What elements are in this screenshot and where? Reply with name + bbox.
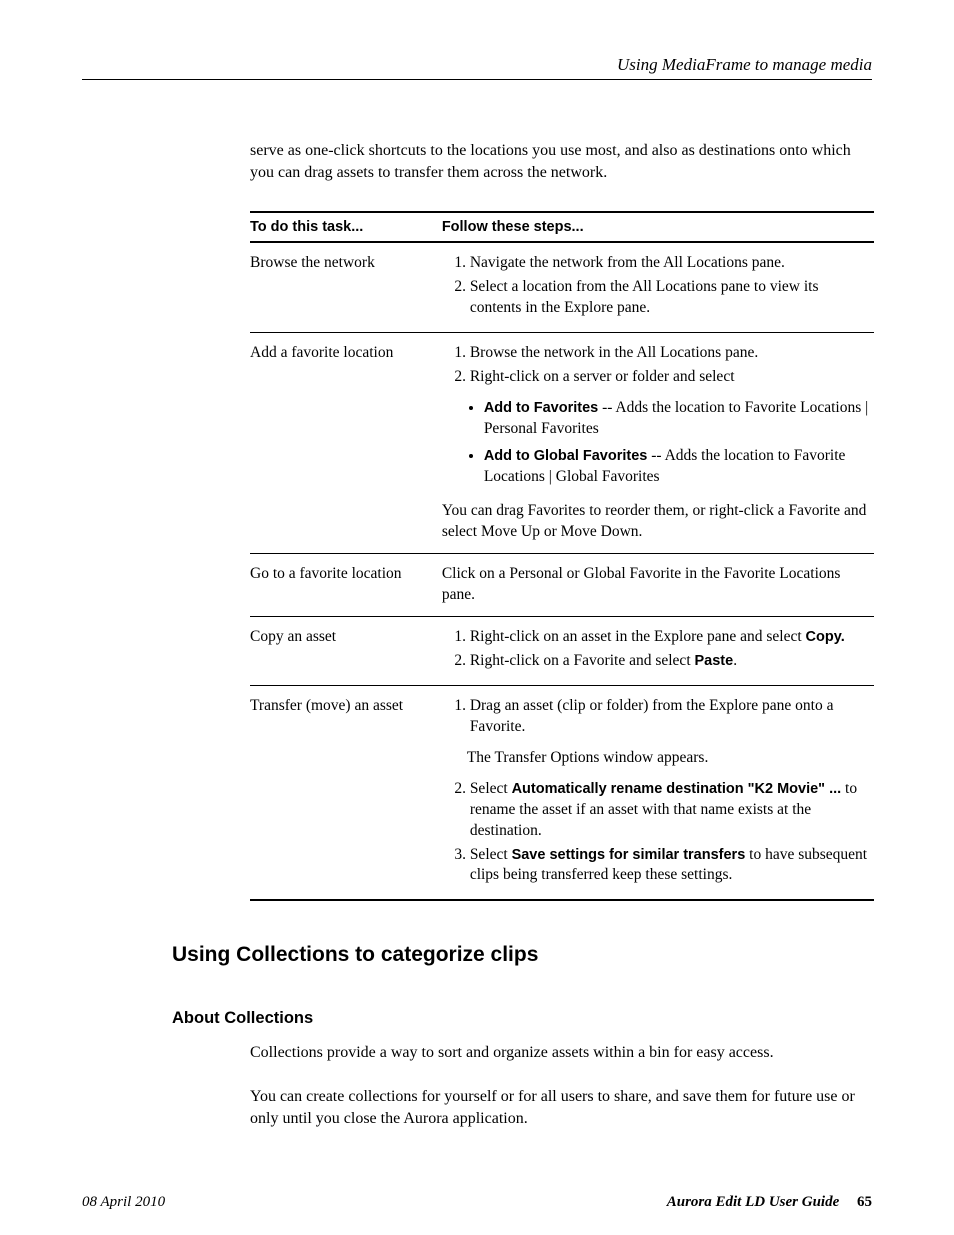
text: Select [470, 780, 512, 797]
bold-text: Copy. [806, 629, 845, 645]
text: Right-click on a Favorite and select [470, 652, 695, 669]
steps-cell: Right-click on an asset in the Explore p… [442, 617, 874, 686]
text: Select [470, 846, 512, 863]
task-table: To do this task... Follow these steps...… [250, 211, 874, 901]
body-paragraph: You can create collections for yourself … [250, 1086, 872, 1129]
subsection-heading: About Collections [172, 1009, 872, 1028]
footer-right: Aurora Edit LD User Guide 65 [667, 1194, 872, 1211]
table-row: Add a favorite location Browse the netwo… [250, 332, 874, 553]
step: Right-click on a Favorite and select Pas… [470, 651, 870, 672]
task-cell: Go to a favorite location [250, 554, 442, 617]
bullet: Add to Favorites -- Adds the location to… [484, 398, 870, 440]
paragraph: The Transfer Options window appears. [467, 748, 870, 769]
paragraph: You can drag Favorites to reorder them, … [442, 501, 870, 543]
header-rule [82, 79, 872, 80]
footer-date: 08 April 2010 [82, 1194, 165, 1211]
steps-cell: Browse the network in the All Locations … [442, 332, 874, 553]
col-header-task: To do this task... [250, 212, 442, 242]
running-header: Using MediaFrame to manage media [82, 55, 872, 75]
table-row: Transfer (move) an asset Drag an asset (… [250, 686, 874, 901]
bold-text: Add to Global Favorites [484, 448, 648, 464]
bold-text: Paste [695, 653, 734, 669]
text: . [733, 652, 737, 669]
steps-cell: Navigate the network from the All Locati… [442, 242, 874, 332]
step: Right-click on a server or folder and se… [470, 367, 870, 388]
task-cell: Add a favorite location [250, 332, 442, 553]
step: Select a location from the All Locations… [470, 277, 870, 319]
table-row: Go to a favorite location Click on a Per… [250, 554, 874, 617]
step: Drag an asset (clip or folder) from the … [470, 696, 870, 738]
steps-cell: Click on a Personal or Global Favorite i… [442, 554, 874, 617]
table-row: Copy an asset Right-click on an asset in… [250, 617, 874, 686]
table-header-row: To do this task... Follow these steps... [250, 212, 874, 242]
footer-doc-title: Aurora Edit LD User Guide [667, 1194, 840, 1210]
table-row: Browse the network Navigate the network … [250, 242, 874, 332]
intro-paragraph: serve as one-click shortcuts to the loca… [250, 140, 872, 183]
col-header-steps: Follow these steps... [442, 212, 874, 242]
bold-text: Add to Favorites [484, 400, 598, 416]
footer-page-number: 65 [857, 1194, 872, 1210]
page-footer: 08 April 2010 Aurora Edit LD User Guide … [82, 1194, 872, 1211]
bullet: Add to Global Favorites -- Adds the loca… [484, 446, 870, 488]
body-paragraph: Collections provide a way to sort and or… [250, 1042, 872, 1064]
task-cell: Copy an asset [250, 617, 442, 686]
bold-text: Automatically rename destination "K2 Mov… [512, 781, 842, 797]
text: Right-click on an asset in the Explore p… [470, 628, 806, 645]
step: Select Save settings for similar transfe… [470, 845, 870, 887]
step: Browse the network in the All Locations … [470, 343, 870, 364]
page-content: Using MediaFrame to manage media serve a… [0, 0, 954, 1129]
task-cell: Transfer (move) an asset [250, 686, 442, 901]
steps-cell: Drag an asset (clip or folder) from the … [442, 686, 874, 901]
task-cell: Browse the network [250, 242, 442, 332]
step: Navigate the network from the All Locati… [470, 253, 870, 274]
bold-text: Save settings for similar transfers [512, 847, 746, 863]
step: Right-click on an asset in the Explore p… [470, 627, 870, 648]
section-heading: Using Collections to categorize clips [172, 943, 872, 967]
step: Select Automatically rename destination … [470, 779, 870, 842]
